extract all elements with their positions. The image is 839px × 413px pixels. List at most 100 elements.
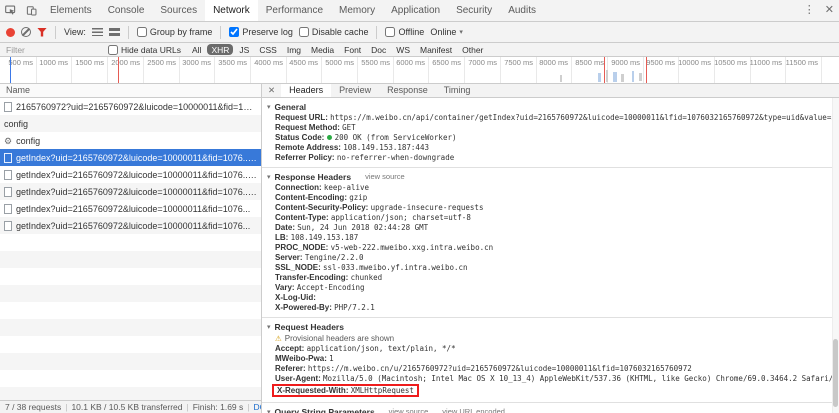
throttling-select[interactable]: Online ▾ (430, 27, 463, 37)
filter-type-js[interactable]: JS (235, 44, 253, 55)
view-source-link[interactable]: view URL encoded (442, 407, 505, 413)
hide-data-urls-checkbox[interactable]: Hide data URLs (108, 44, 182, 55)
section-title: Request Headers (274, 321, 344, 332)
disclosure-triangle-icon[interactable]: ▾ (267, 408, 271, 413)
headers-sections: ▾ General Request URL: https://m.weibo.cn/… (262, 98, 839, 413)
request-row[interactable]: 2165760972?uid=2165760972&luicode=100000… (0, 98, 261, 115)
header-value: no-referrer-when-downgrade (336, 153, 455, 162)
large-rows-icon[interactable] (108, 28, 120, 36)
section-header[interactable]: ▾ Response Headers view source (262, 170, 839, 183)
device-toolbar-icon[interactable] (21, 5, 42, 16)
filter-type-all[interactable]: All (188, 44, 205, 55)
scrollbar[interactable] (832, 98, 839, 413)
column-header-name[interactable]: Name (0, 84, 261, 98)
request-row[interactable]: getIndex?uid=2165760972&luicode=10000011… (0, 217, 261, 234)
request-row[interactable]: getIndex?uid=2165760972&luicode=10000011… (0, 183, 261, 200)
tab-elements[interactable]: Elements (42, 0, 100, 21)
header-row: Remote Address: 108.149.153.187:443 (262, 143, 839, 153)
filter-type-other[interactable]: Other (458, 44, 487, 55)
header-value: GET (342, 123, 356, 132)
filter-type-ws[interactable]: WS (392, 44, 414, 55)
header-name: Referrer Policy: (275, 153, 335, 162)
scrollbar-thumb[interactable] (833, 339, 838, 407)
network-summary-bar: 7 / 38 requests | 10.1 KB / 10.5 KB transf… (0, 400, 261, 413)
filter-type-manifest[interactable]: Manifest (416, 44, 456, 55)
tab-console[interactable]: Console (100, 0, 153, 21)
tab-application[interactable]: Application (383, 0, 448, 21)
timeline-ruler[interactable]: 500 ms 1000 ms 1500 ms 2000 ms 2500 ms 3000 m… (0, 57, 839, 84)
close-icon[interactable]: ✕ (820, 0, 839, 21)
note-text: Provisional headers are shown (284, 334, 395, 343)
kebab-menu-icon[interactable]: ⋮ (799, 0, 820, 21)
tab-memory[interactable]: Memory (331, 0, 383, 21)
header-name: X-Log-Uid: (275, 293, 316, 302)
view-label: View: (64, 27, 86, 37)
disable-cache-box[interactable] (298, 27, 309, 37)
view-source-link[interactable]: view source (365, 172, 405, 181)
filter-type-css[interactable]: CSS (255, 44, 280, 55)
tab-sources[interactable]: Sources (152, 0, 205, 21)
detail-tab-timing[interactable]: Timing (436, 84, 479, 97)
offline-box[interactable] (385, 27, 396, 37)
header-name: Transfer-Encoding: (275, 273, 349, 282)
hide-data-urls-label: Hide data URLs (121, 44, 182, 55)
request-row[interactable]: config (0, 115, 261, 132)
request-row[interactable]: getIndex?uid=2165760972&luicode=10000011… (0, 166, 261, 183)
request-name: 2165760972?uid=2165760972&luicode=100000… (16, 101, 257, 112)
divider (55, 25, 56, 39)
preserve-log-box[interactable] (229, 27, 240, 37)
detail-tab-response[interactable]: Response (379, 84, 436, 97)
header-row: User-Agent: Mozilla/5.0 (Macintosh; Inte… (262, 374, 839, 384)
clear-button[interactable] (21, 27, 31, 37)
disclosure-triangle-icon[interactable]: ▾ (267, 103, 271, 111)
section-header[interactable]: ▾ Request Headers (262, 320, 839, 333)
timeline-event-line (10, 57, 11, 83)
request-row[interactable]: getIndex?uid=2165760972&luicode=10000011… (0, 200, 261, 217)
tab-security[interactable]: Security (448, 0, 500, 21)
divider (376, 25, 378, 39)
filter-type-doc[interactable]: Doc (367, 44, 390, 55)
section-header[interactable]: ▾ General (262, 100, 839, 113)
filter-type-xhr[interactable]: XHR (207, 44, 234, 55)
detail-tab-headers[interactable]: Headers (281, 84, 332, 97)
header-value: https://m.weibo.cn/api/container/getInde… (330, 113, 839, 122)
filter-type-media[interactable]: Media (307, 44, 338, 55)
header-value: XMLHttpRequest (350, 386, 414, 395)
header-value: Sun, 24 Jun 2018 02:44:28 GMT (297, 223, 429, 232)
disclosure-triangle-icon[interactable]: ▾ (267, 173, 271, 181)
tab-audits[interactable]: Audits (500, 0, 544, 21)
warning-icon: ⚠ (275, 334, 282, 343)
status-ok-icon (326, 135, 332, 140)
request-row[interactable]: getIndex?uid=2165760972&luicode=10000011… (0, 149, 261, 166)
inspect-element-icon[interactable] (0, 5, 21, 16)
group-by-frame-box[interactable] (136, 27, 147, 37)
filter-type-img[interactable]: Img (283, 44, 305, 55)
list-view-icon[interactable] (91, 28, 103, 36)
record-button[interactable] (6, 27, 15, 37)
close-details-icon[interactable]: ✕ (262, 85, 281, 96)
group-by-frame-label: Group by frame (149, 27, 213, 37)
disable-cache-checkbox[interactable]: Disable cache (298, 27, 369, 37)
disable-cache-label: Disable cache (311, 27, 369, 37)
offline-checkbox[interactable]: Offline (385, 27, 424, 37)
section-header[interactable]: ▾ Query String Parameters view source view … (262, 405, 839, 413)
header-value: Mozilla/5.0 (Macintosh; Intel Mac OS X 1… (323, 374, 839, 383)
hide-data-urls-box[interactable] (108, 44, 118, 55)
group-by-frame-checkbox[interactable]: Group by frame (136, 27, 213, 37)
detail-tab-preview[interactable]: Preview (331, 84, 379, 97)
filter-icon[interactable] (37, 27, 47, 37)
request-name: config (16, 135, 41, 146)
summary-stat: Finish: 1.69 s (192, 402, 244, 412)
tab-network[interactable]: Network (205, 0, 258, 21)
request-row[interactable]: ⚙ config (0, 132, 261, 149)
header-name: Referer: (275, 364, 306, 373)
document-icon (4, 169, 12, 180)
filter-type-font[interactable]: Font (340, 44, 365, 55)
header-value: ssl-033.mweibo.yf.intra.weibo.cn (323, 263, 468, 272)
view-source-link[interactable]: view source (389, 407, 429, 413)
filter-input[interactable] (6, 44, 101, 55)
preserve-log-checkbox[interactable]: Preserve log (229, 27, 293, 37)
disclosure-triangle-icon[interactable]: ▾ (267, 323, 271, 331)
tab-performance[interactable]: Performance (258, 0, 331, 21)
header-name: Date: (275, 223, 296, 232)
